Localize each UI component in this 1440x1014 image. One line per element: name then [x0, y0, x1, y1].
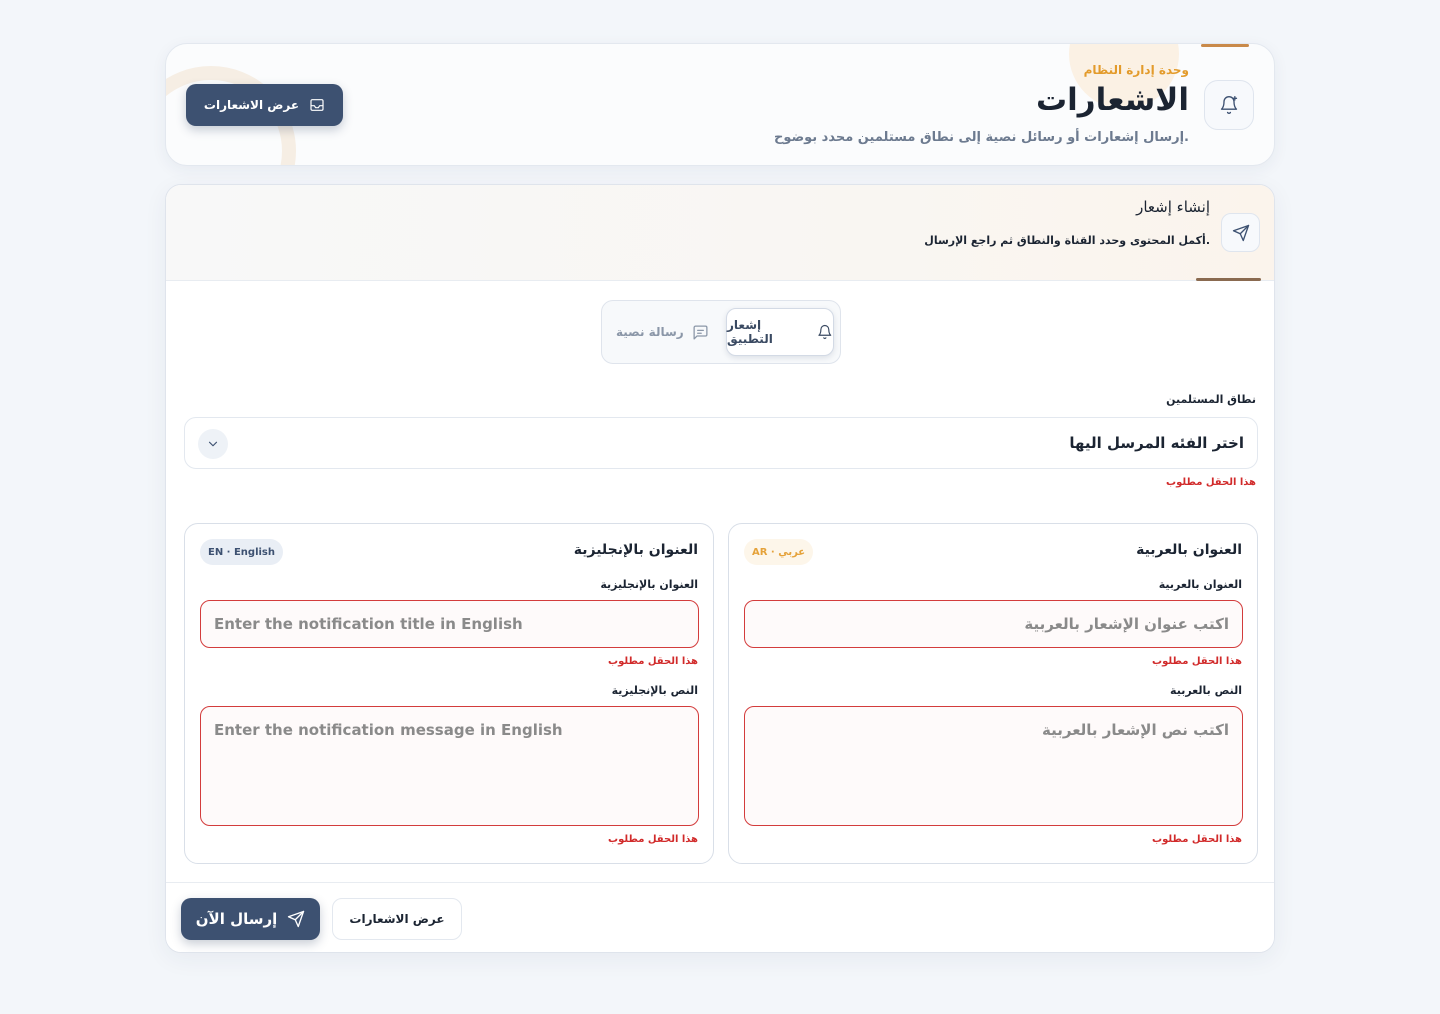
recipients-error: هذا الحقل مطلوب	[1166, 477, 1256, 488]
view-notifications-button[interactable]: عرض الاشعارات	[186, 84, 343, 126]
arabic-body-label: النص بالعربية	[1170, 684, 1242, 697]
send-icon	[1221, 213, 1260, 252]
channel-sms[interactable]: رسالة نصية	[616, 308, 709, 356]
compose-subtitle: أكمل المحتوى وحدد القناة والنطاق ثم راجع…	[924, 234, 1210, 247]
arabic-title-label: العنوان بالعربية	[1158, 578, 1242, 591]
send-now-button[interactable]: إرسال الآن	[181, 898, 320, 940]
footer-view-notifications-button[interactable]: عرض الاشعارات	[332, 898, 462, 940]
arabic-panel-title: العنوان بالعربية	[1136, 542, 1242, 558]
compose-header: إنشاء إشعار أكمل المحتوى وحدد القناة وال…	[166, 185, 1274, 281]
compose-card: إنشاء إشعار أكمل المحتوى وحدد القناة وال…	[165, 184, 1275, 953]
recipients-select[interactable]: اختر الفئه المرسل اليها	[184, 417, 1258, 469]
arabic-title-error: هذا الحقل مطلوب	[1152, 656, 1242, 667]
arabic-content-panel: العنوان بالعربية AR · عربي العنوان بالعر…	[728, 523, 1258, 864]
recipients-label: نطاق المستلمين	[1166, 393, 1256, 406]
compose-title: إنشاء إشعار	[1136, 198, 1210, 216]
chevron-down-icon[interactable]	[198, 429, 228, 459]
arabic-body-textarea[interactable]: اكتب نص الإشعار بالعربية	[744, 706, 1243, 826]
inbox-icon	[310, 99, 324, 111]
english-content-panel: العنوان بالإنجليزية EN · English العنوان…	[184, 523, 714, 864]
send-icon	[288, 910, 305, 928]
view-notifications-label: عرض الاشعارات	[203, 98, 300, 112]
form-footer: إرسال الآن عرض الاشعارات	[166, 882, 1274, 952]
accent-bar	[1196, 278, 1261, 281]
channel-sms-label: رسالة نصية	[616, 325, 684, 339]
page-header: وحدة إدارة النظام الاشعارات إرسال إشعارا…	[165, 43, 1275, 166]
page-subtitle: إرسال إشعارات أو رسائل نصية إلى نطاق مست…	[774, 130, 1189, 145]
arabic-body-error: هذا الحقل مطلوب	[1152, 834, 1242, 845]
arabic-language-badge: AR · عربي	[744, 539, 814, 565]
english-title-error: هذا الحقل مطلوب	[608, 656, 698, 667]
bell-plus-icon	[1204, 80, 1254, 130]
english-body-error: هذا الحقل مطلوب	[608, 834, 698, 845]
channel-switch: إشعار التطبيق رسالة نصية	[601, 300, 841, 364]
bell-icon	[818, 324, 832, 340]
channel-app-label: إشعار التطبيق	[727, 318, 773, 346]
english-language-badge: EN · English	[200, 539, 283, 565]
send-now-label: إرسال الآن	[195, 910, 278, 928]
english-body-textarea[interactable]: Enter the notification message in Englis…	[200, 706, 699, 826]
recipients-selected-value: اختر الفئه المرسل اليها	[1069, 434, 1244, 452]
english-title-input[interactable]: Enter the notification title in English	[200, 600, 699, 648]
arabic-title-input[interactable]: اكتب عنوان الإشعار بالعربية	[744, 600, 1243, 648]
english-panel-title: العنوان بالإنجليزية	[573, 542, 698, 558]
accent-bar	[1201, 44, 1249, 47]
message-icon	[693, 324, 708, 340]
module-kicker: وحدة إدارة النظام	[1083, 63, 1189, 77]
english-body-label: النص بالإنجليزية	[611, 684, 698, 697]
page-title: الاشعارات	[1036, 82, 1189, 118]
channel-app-notification[interactable]: إشعار التطبيق	[726, 308, 834, 356]
english-title-label: العنوان بالإنجليزية	[600, 578, 698, 591]
